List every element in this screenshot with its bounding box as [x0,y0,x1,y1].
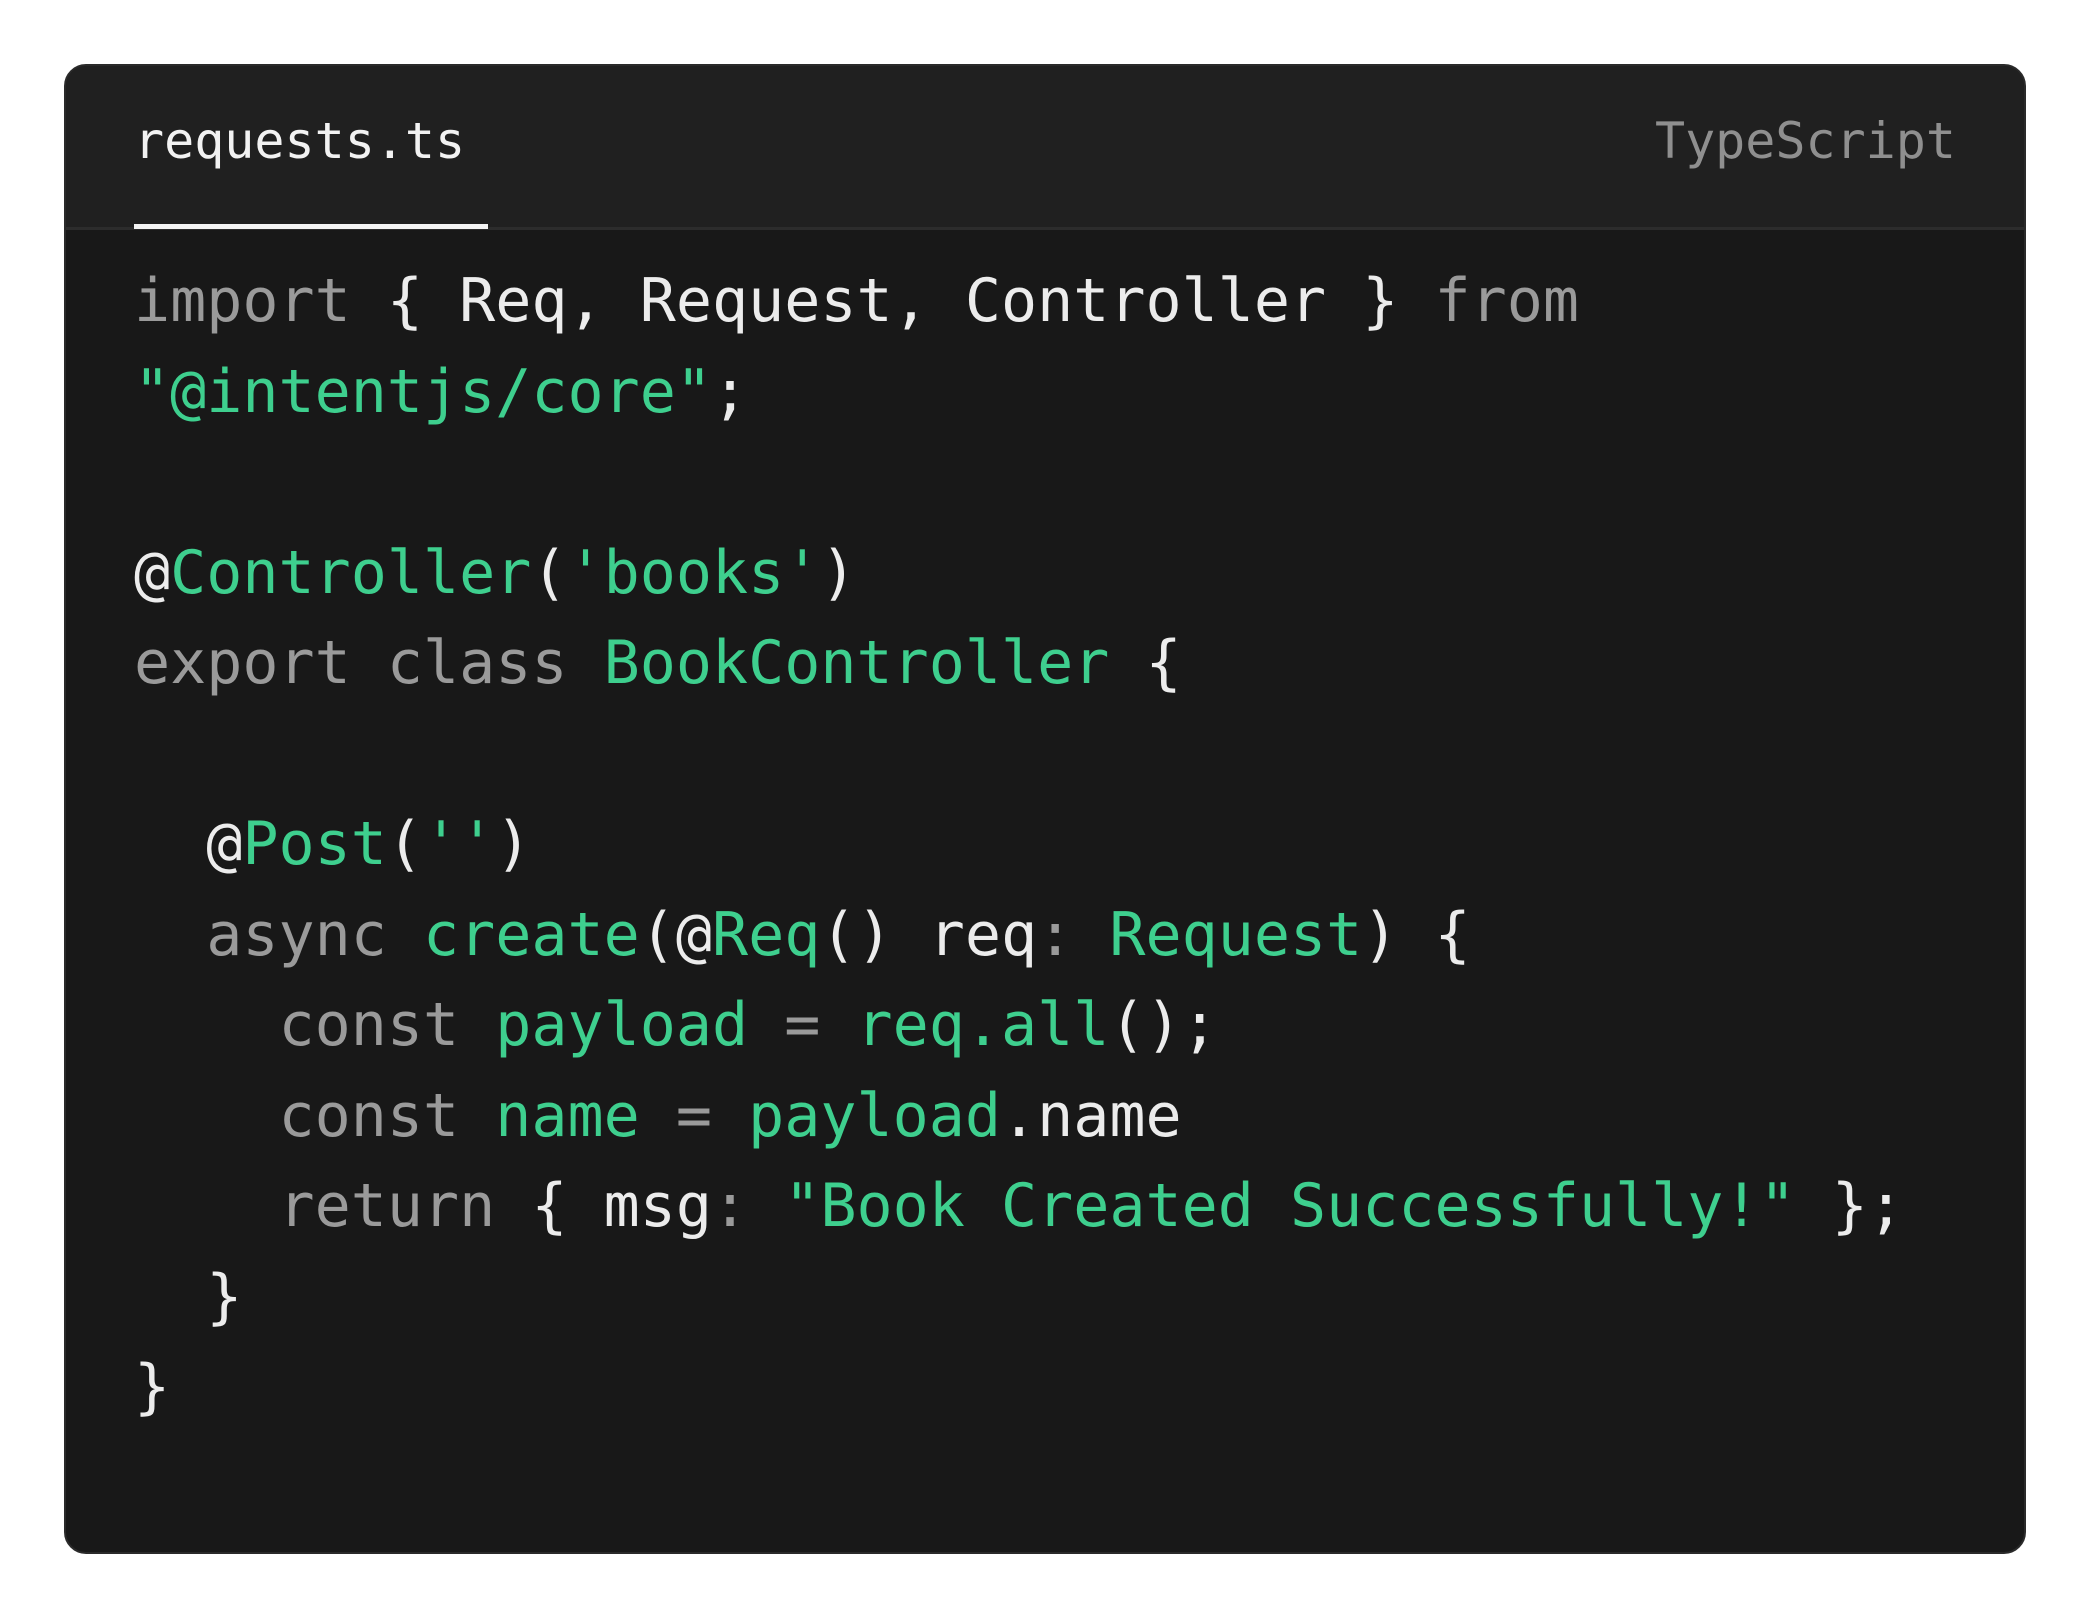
code-line: @Post('') [134,799,1904,890]
code-token: ) [820,537,857,608]
code-token: async [134,899,423,970]
code-token: { Req, Request, Controller } [350,266,1435,336]
code-token: () req [820,899,1038,970]
code-card: requests.ts TypeScript import { Req, Req… [64,64,2026,1554]
active-tab-indicator [134,224,488,229]
code-line: } [134,1252,1904,1343]
code-token: = [639,1080,749,1151]
code-line: const name = payload.name [134,1071,1904,1162]
code-token: (); [1109,990,1218,1060]
code-token: "Book Created Successfully!" [784,1171,1796,1241]
code-token: from [1434,266,1579,336]
code-token: BookController [603,628,1110,698]
file-tab[interactable]: requests.ts [134,66,465,230]
code-token: ; [711,356,749,427]
code-token: ( [386,809,423,879]
code-token: } [134,1352,171,1422]
code-token: : [1037,899,1110,970]
code-token: { [1109,628,1182,698]
code-line: } [134,1342,1904,1433]
code-line: async create(@Req() req: Request) { [134,890,1904,981]
code-token: Request [1109,899,1363,970]
code-token: .name [1000,1080,1182,1151]
code-token: '' [423,809,496,879]
code-line: "@intentjs/core"; [134,347,1904,438]
code-token: payload [748,1080,1001,1151]
code-token: @ [134,809,243,879]
code-token: const [134,1080,496,1151]
code-token: : [711,1171,785,1241]
code-line: return { msg: "Book Created Successfully… [134,1161,1904,1252]
code-token: 'books' [567,537,821,608]
code-token: payload [495,990,749,1060]
code-line: export class BookController { [134,618,1904,709]
code-token: Req [711,899,821,970]
code-token: req.all [856,990,1110,1060]
code-token: (@ [639,899,712,970]
code-token: ( [531,537,568,608]
code-line: const payload = req.all(); [134,980,1904,1071]
code-block: import { Req, Request, Controller } from… [134,256,1904,1433]
code-token: { msg [495,1171,712,1241]
code-token: "@intentjs/core" [134,356,712,427]
code-token: export class [134,628,604,698]
code-token: ) { [1362,899,1471,970]
code-token: create [422,899,640,970]
code-token: ) [495,809,532,879]
code-line: import { Req, Request, Controller } from [134,256,1904,347]
code-token: }; [1795,1171,1905,1241]
code-header: requests.ts TypeScript [66,66,2024,230]
code-token: name [495,1080,640,1151]
code-token: Post [242,809,387,879]
code-line: @Controller('books') [134,528,1904,619]
code-token: return [134,1171,496,1241]
language-label: TypeScript [1654,112,1956,170]
code-token: @ [134,537,171,608]
code-token: const [134,990,496,1060]
code-token: } [134,1261,243,1332]
code-token: import [134,266,351,336]
code-token: = [748,990,857,1060]
code-token: Controller [170,537,532,608]
